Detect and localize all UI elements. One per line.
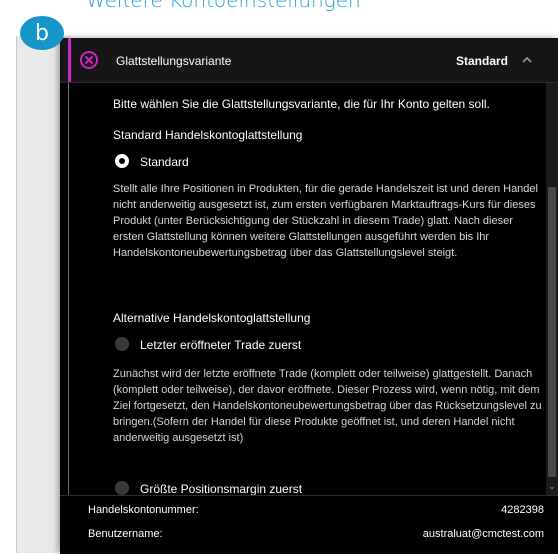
options-content: Bitte wählen Sie die Glattstellungsvaria… [60, 83, 546, 495]
radio-last-trade[interactable] [115, 337, 129, 351]
option-label-last-trade[interactable]: Letzter eröffneter Trade zuerst [140, 338, 301, 352]
header-value: Standard [456, 54, 509, 68]
scrollbar-thumb[interactable] [548, 187, 556, 477]
settings-dialog: Glattstellungsvariante Standard Bitte wä… [60, 38, 558, 554]
description-last-trade: Zunächst wird der letzte eröffnete Trade… [113, 368, 542, 444]
description-standard: Stellt alle Ihre Positionen in Produkten… [113, 183, 538, 259]
header-label: Glattstellungsvariante [116, 54, 232, 68]
account-footer: Handelskontonummer: 4282398 Benutzername… [60, 495, 558, 554]
option-label-standard[interactable]: Standard [140, 155, 189, 169]
username-value: australuat@cmctest.com [422, 528, 544, 540]
account-number-value: 4282398 [501, 504, 544, 516]
radio-standard[interactable] [115, 154, 129, 168]
section-title: Weitere Kontoeinstellungen [86, 0, 361, 12]
section-title-standard: Standard Handelskontoglattstellung [113, 128, 303, 142]
scrollbar[interactable]: ⌄ [546, 83, 558, 495]
scroll-down-icon[interactable]: ⌄ [547, 481, 557, 491]
chevron-up-icon[interactable] [522, 56, 532, 64]
step-badge: b [20, 16, 64, 50]
intro-text: Bitte wählen Sie die Glattstellungsvaria… [113, 97, 490, 111]
account-number-label: Handelskontonummer: [88, 504, 199, 516]
section-title-alternative: Alternative Handelskontoglattstellung [113, 311, 311, 325]
close-icon[interactable] [80, 51, 98, 69]
username-label: Benutzername: [88, 528, 163, 540]
accent-bar [68, 38, 71, 82]
radio-largest-margin[interactable] [115, 481, 129, 495]
option-label-largest-margin[interactable]: Größte Positionsmargin zuerst [140, 482, 302, 495]
accordion-header[interactable]: Glattstellungsvariante Standard [60, 38, 558, 83]
